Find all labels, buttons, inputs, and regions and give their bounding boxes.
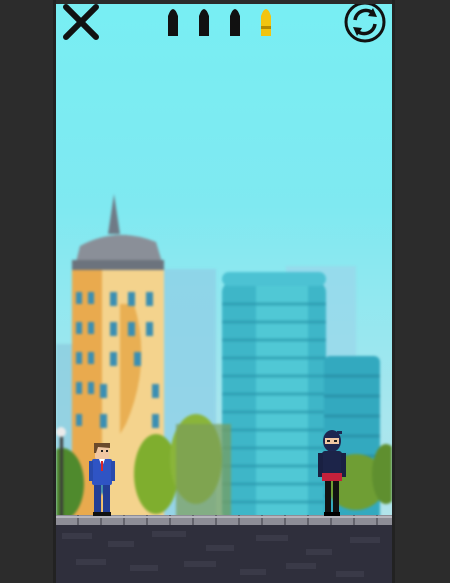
restart-icon <box>344 4 386 43</box>
restart-button[interactable] <box>343 4 387 44</box>
ammo-counter <box>166 4 286 40</box>
game-viewport[interactable] <box>56 4 392 583</box>
enemy-ninja[interactable] <box>318 429 346 517</box>
bullet-icon <box>168 9 178 36</box>
right-letterbox <box>392 0 450 583</box>
player-agent[interactable] <box>89 441 115 517</box>
close-button[interactable] <box>62 4 100 40</box>
teal-tower <box>222 272 326 522</box>
close-icon <box>63 4 99 40</box>
bullet-icon <box>230 9 240 36</box>
ground <box>56 515 392 583</box>
left-letterbox <box>0 0 56 583</box>
bullet-icon <box>199 9 209 36</box>
bullet-icon <box>261 9 271 36</box>
